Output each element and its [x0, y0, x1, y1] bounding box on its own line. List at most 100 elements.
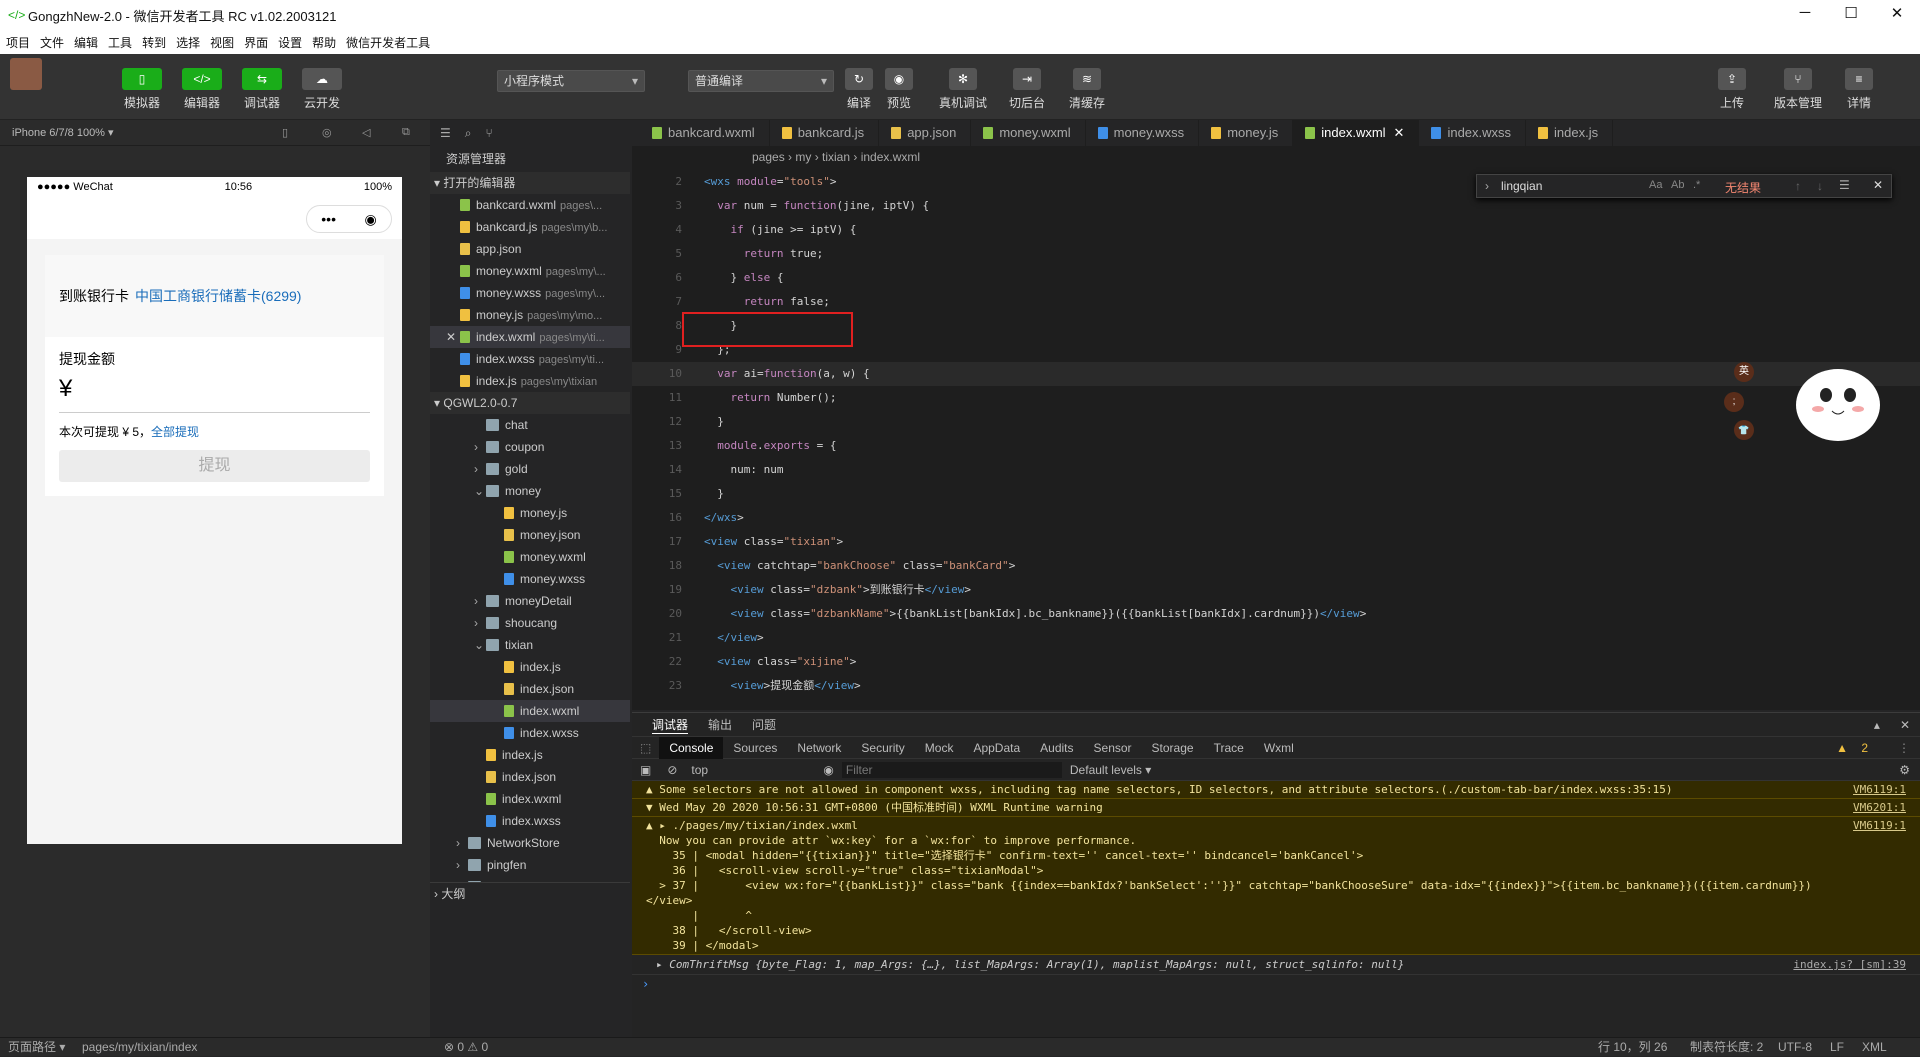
match-case-icon[interactable]: Aa — [1649, 179, 1662, 191]
menu-item[interactable]: 帮助 — [312, 34, 336, 51]
tab-size[interactable]: 制表符长度: 2 — [1690, 1038, 1763, 1057]
open-file-item[interactable]: money.js pages\my\mo... — [430, 304, 630, 326]
debugger-button[interactable]: ⇆ 调试器 — [237, 68, 287, 111]
source-link[interactable]: VM6119:1 — [1853, 782, 1906, 797]
close-circle-icon[interactable]: ◉ — [365, 211, 377, 228]
tree-item[interactable]: › coupon — [430, 436, 630, 458]
tree-item[interactable]: index.wxml — [430, 700, 630, 722]
clear-icon[interactable]: ⊘ — [659, 763, 685, 777]
open-file-item[interactable]: index.js pages\my\tixian — [430, 370, 630, 392]
sound-icon[interactable]: ◁ — [362, 126, 370, 139]
open-file-item[interactable]: app.json — [430, 238, 630, 260]
console-tab[interactable]: Sources — [723, 737, 787, 759]
close-window-button[interactable]: ✕ — [1877, 4, 1917, 22]
console-tab[interactable]: Network — [787, 737, 851, 759]
close-tab-icon[interactable]: ✕ — [1394, 125, 1405, 140]
encoding[interactable]: UTF-8 — [1778, 1038, 1812, 1057]
source-link[interactable]: VM6119:1 — [1853, 818, 1906, 833]
ime-lang-badge[interactable]: 英 — [1734, 362, 1754, 382]
context-select[interactable]: top — [685, 763, 815, 777]
editor-tab[interactable]: app.json — [879, 120, 972, 146]
menu-item[interactable]: 文件 — [40, 34, 64, 51]
line-ending[interactable]: LF — [1830, 1038, 1844, 1057]
console-tab[interactable]: Sensor — [1084, 737, 1142, 759]
tree-item[interactable]: › shoucang — [430, 612, 630, 634]
search-icon[interactable]: ⌕ — [465, 126, 472, 141]
list-icon[interactable]: ☰ — [440, 126, 451, 140]
console-object[interactable]: ▸ ComThriftMsg {byte_Flag: 1, map_Args: … — [632, 955, 1920, 975]
menu-item[interactable]: 视图 — [210, 34, 234, 51]
tree-item[interactable]: money.json — [430, 524, 630, 546]
collapse-icon[interactable]: ▴ — [1874, 718, 1880, 732]
ime-skin-badge[interactable]: 👕 — [1734, 420, 1754, 440]
whole-word-icon[interactable]: Ab — [1671, 179, 1684, 191]
menu-item[interactable]: 选择 — [176, 34, 200, 51]
source-link[interactable]: index.js? [sm]:39 — [1793, 958, 1906, 971]
console-tab[interactable]: Console — [659, 736, 724, 759]
upload-button[interactable]: ⇪ 上传 — [1707, 68, 1757, 111]
console-tab[interactable]: Wxml — [1254, 737, 1304, 759]
tree-item[interactable]: money.wxml — [430, 546, 630, 568]
more-icon[interactable]: ⋮ — [1888, 737, 1920, 759]
tree-item[interactable]: › NetworkStore — [430, 832, 630, 854]
tree-item[interactable]: chat — [430, 414, 630, 436]
language-mode[interactable]: XML — [1862, 1038, 1887, 1057]
tree-item[interactable]: index.wxml — [430, 788, 630, 810]
open-file-item[interactable]: money.wxml pages\my\... — [430, 260, 630, 282]
project-header[interactable]: ▾ QGWL2.0-0.7 — [430, 392, 630, 414]
menu-item[interactable]: 工具 — [108, 34, 132, 51]
console-tab[interactable]: Trace — [1204, 737, 1254, 759]
sidebar-icon[interactable]: ▣ — [632, 763, 659, 777]
prev-match-icon[interactable]: ↑ — [1795, 179, 1801, 193]
capsule-button[interactable]: ••• ◉ — [306, 205, 392, 233]
console-tab[interactable]: Audits — [1030, 737, 1083, 759]
close-panel-icon[interactable]: ✕ — [1900, 718, 1910, 732]
problems-count[interactable]: ⊗ 0 ⚠ 0 — [444, 1038, 488, 1057]
editor-tab[interactable]: money.wxss — [1086, 120, 1200, 146]
tree-item[interactable]: index.wxss — [430, 722, 630, 744]
open-file-item[interactable]: bankcard.js pages\my\b... — [430, 216, 630, 238]
tree-item[interactable]: › moneyDetail — [430, 590, 630, 612]
menu-item[interactable]: 编辑 — [74, 34, 98, 51]
editor-tab[interactable]: bankcard.js — [770, 120, 880, 146]
eye-icon[interactable]: ◉ — [815, 763, 841, 777]
debug-tab[interactable]: 问题 — [752, 716, 776, 733]
cloud-button[interactable]: ☁ 云开发 — [297, 68, 347, 111]
preview-button[interactable]: ◉ 预览 — [874, 68, 924, 111]
tree-item[interactable]: index.json — [430, 766, 630, 788]
next-match-icon[interactable]: ↓ — [1817, 179, 1823, 193]
phone-icon[interactable]: ▯ — [282, 126, 288, 139]
menu-item[interactable]: 界面 — [244, 34, 268, 51]
ime-punct-badge[interactable]: ; — [1724, 392, 1744, 412]
editor-tab[interactable]: index.js — [1526, 120, 1614, 146]
menu-item[interactable]: 设置 — [278, 34, 302, 51]
find-input[interactable]: lingqian — [1497, 177, 1657, 195]
branch-icon[interactable]: ⑂ — [486, 126, 493, 140]
console-tab[interactable]: Storage — [1142, 737, 1204, 759]
withdraw-all-link[interactable]: 全部提现 — [151, 425, 199, 439]
console-tab[interactable]: Security — [851, 737, 914, 759]
tree-item[interactable]: money.wxss — [430, 568, 630, 590]
close-find-icon[interactable]: ✕ — [1873, 178, 1883, 192]
details-button[interactable]: ≡ 详情 — [1834, 68, 1884, 111]
open-file-item[interactable]: bankcard.wxml pages\... — [430, 194, 630, 216]
cursor-position[interactable]: 行 10，列 26 — [1598, 1038, 1667, 1057]
tree-item[interactable]: ⌄ tixian — [430, 634, 630, 656]
selection-icon[interactable]: ☰ — [1839, 178, 1850, 192]
more-icon[interactable]: ••• — [321, 211, 336, 227]
editor-tab[interactable]: index.wxss — [1419, 120, 1527, 146]
menu-item[interactable]: 项目 — [6, 34, 30, 51]
expand-icon[interactable]: › — [1485, 179, 1489, 193]
console-prompt[interactable]: › — [632, 975, 1920, 993]
version-button[interactable]: ⑂ 版本管理 — [1769, 68, 1827, 111]
tree-item[interactable]: index.js — [430, 744, 630, 766]
maximize-button[interactable]: ☐ — [1831, 4, 1871, 22]
menu-item[interactable]: 微信开发者工具 — [346, 34, 430, 51]
mode-select[interactable]: 小程序模式 — [497, 70, 645, 92]
debug-tab[interactable]: 调试器 — [652, 716, 689, 734]
code-area[interactable]: 2 <wxs module="tools"> 3 var num = functio… — [632, 168, 1920, 698]
menu-item[interactable]: 转到 — [142, 34, 166, 51]
console-tab[interactable]: Mock — [915, 737, 964, 759]
tree-item[interactable]: index.js — [430, 656, 630, 678]
background-button[interactable]: ⇥ 切后台 — [1002, 68, 1052, 111]
